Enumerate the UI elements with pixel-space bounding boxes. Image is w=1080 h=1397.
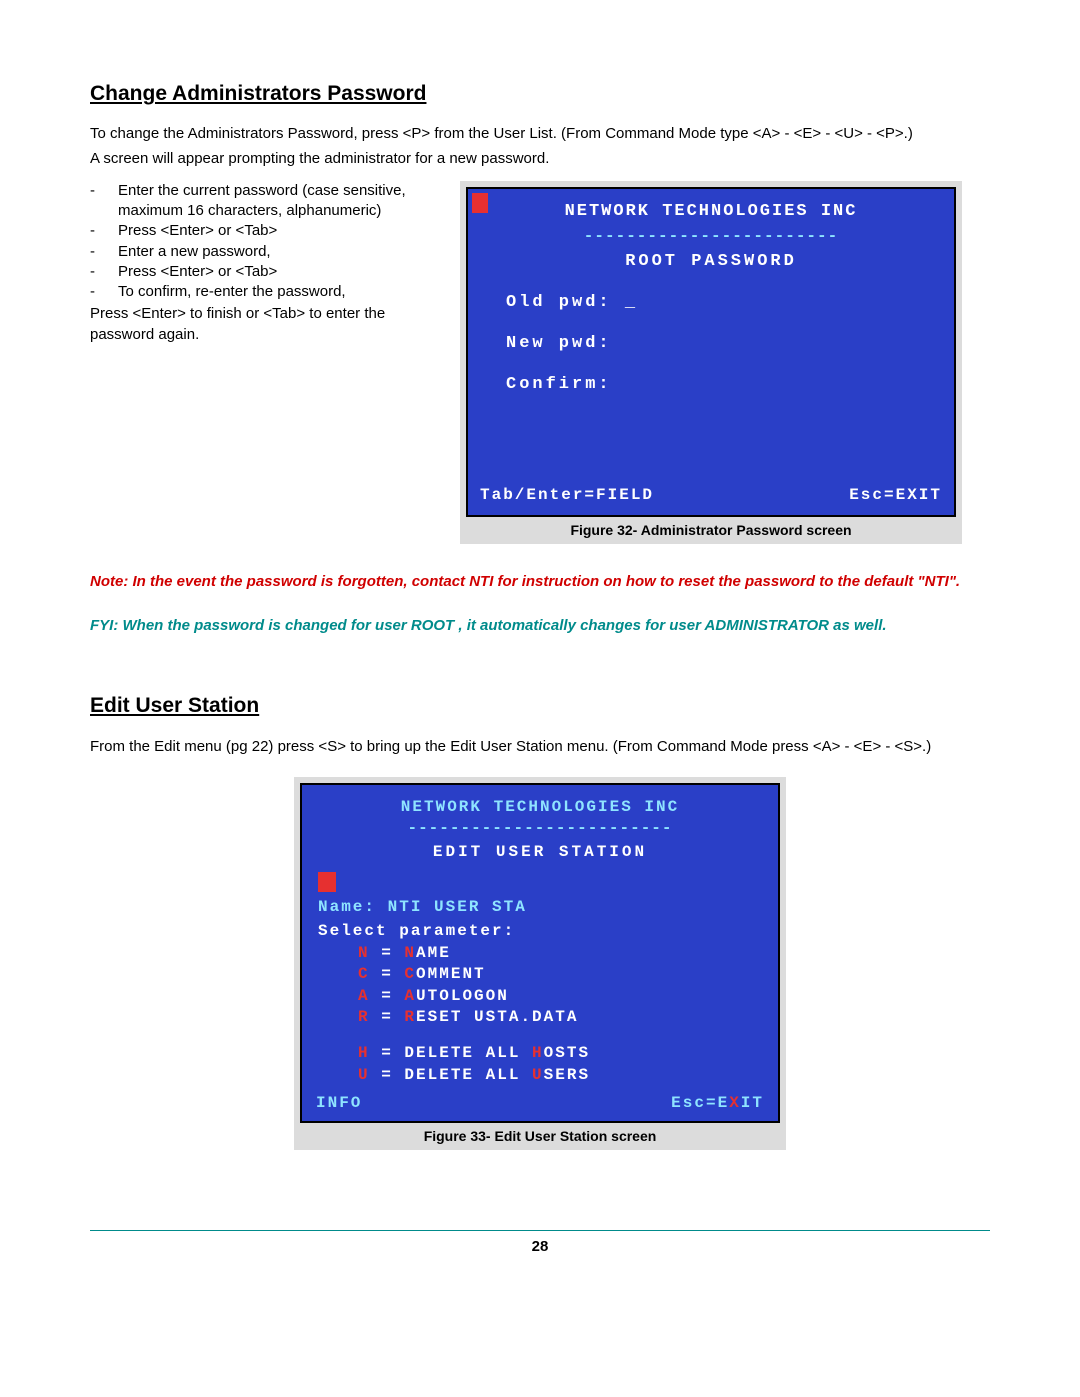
section1-intro1: To change the Administrators Password, p… (90, 124, 990, 144)
crt1-title: ROOT PASSWORD (486, 251, 936, 274)
crt1-dashes: ------------------------ (486, 226, 936, 248)
section1-heading: Change Administrators Password (90, 80, 990, 108)
menu-comment: C = COMMENT (318, 964, 762, 986)
crt2-select-line: Select parameter: (318, 921, 762, 943)
cursor-icon (472, 193, 488, 213)
crt1-company: NETWORK TECHNOLOGIES INC (486, 201, 936, 224)
bullet-text: Enter a new password, (118, 242, 271, 262)
new-pwd-field: New pwd: (506, 333, 936, 356)
bullet-text: Press <Enter> or <Tab> (118, 221, 277, 241)
edit-user-station-screen: NETWORK TECHNOLOGIES INC ---------------… (300, 783, 780, 1123)
menu-delete-users: U = DELETE ALL USERS (318, 1065, 762, 1087)
crt1-footer-left: Tab/Enter=FIELD (480, 485, 654, 507)
section1-intro2: A screen will appear prompting the admin… (90, 149, 990, 169)
crt2-footer-right: Esc=EXIT (671, 1093, 764, 1115)
bullet-text: Press <Enter> or <Tab> (118, 262, 277, 282)
old-pwd-field: Old pwd: _ (506, 292, 936, 315)
figure32-caption: Figure 32- Administrator Password screen (466, 521, 956, 540)
footer-rule (90, 1230, 990, 1231)
note-red: Note: In the event the password is forgo… (90, 572, 990, 592)
menu-autologon: A = AUTOLOGON (318, 986, 762, 1008)
bullet-text: Enter the current password (case sensiti… (118, 181, 450, 222)
note-teal: FYI: When the password is changed for us… (90, 616, 990, 636)
figure33: NETWORK TECHNOLOGIES INC ---------------… (294, 777, 786, 1150)
figure32: NETWORK TECHNOLOGIES INC ---------------… (460, 181, 962, 544)
section1-steps: -Enter the current password (case sensit… (90, 181, 450, 303)
crt2-footer-left: INFO (316, 1093, 362, 1115)
section2-heading: Edit User Station (90, 692, 990, 720)
figure33-caption: Figure 33- Edit User Station screen (300, 1127, 780, 1146)
section2-intro: From the Edit menu (pg 22) press <S> to … (90, 737, 990, 757)
page-number: 28 (90, 1237, 990, 1257)
menu-delete-hosts: H = DELETE ALL HOSTS (318, 1043, 762, 1065)
menu-reset: R = RESET USTA.DATA (318, 1007, 762, 1029)
confirm-pwd-field: Confirm: (506, 374, 936, 397)
crt1-footer-right: Esc=EXIT (849, 485, 942, 507)
crt2-title: EDIT USER STATION (318, 842, 762, 864)
bullet-text: To confirm, re-enter the password, (118, 282, 346, 302)
crt2-dashes: ------------------------- (318, 818, 762, 840)
section1-afterlist: Press <Enter> to finish or <Tab> to ente… (90, 304, 450, 345)
crt2-company: NETWORK TECHNOLOGIES INC (318, 797, 762, 819)
crt2-name-line: Name: NTI USER STA (318, 897, 762, 919)
cursor-icon (318, 872, 336, 892)
menu-name: N = NAME (318, 943, 762, 965)
admin-password-screen: NETWORK TECHNOLOGIES INC ---------------… (466, 187, 956, 517)
